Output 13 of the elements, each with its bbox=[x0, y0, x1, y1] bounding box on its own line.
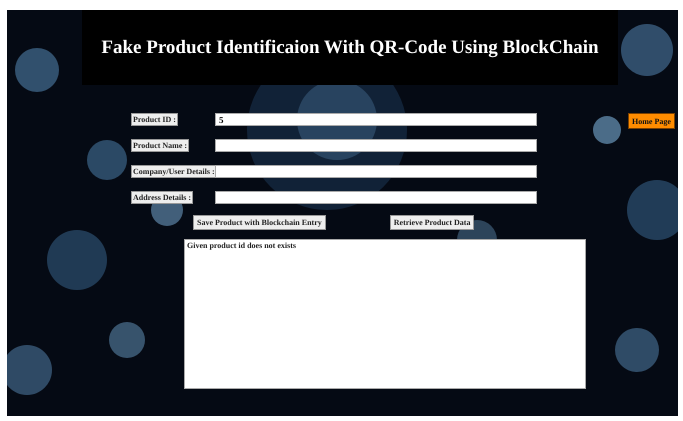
action-button[interactable]: Retrieve Product Data bbox=[390, 215, 474, 230]
input-field[interactable] bbox=[215, 191, 537, 204]
field-label: Product Name : bbox=[131, 139, 190, 152]
field-label: Company/User Details : bbox=[131, 165, 217, 178]
input-field[interactable] bbox=[215, 139, 537, 152]
field-label: Product ID : bbox=[131, 113, 178, 126]
action-button[interactable]: Save Product with Blockchain Entry bbox=[193, 215, 326, 230]
input-field[interactable]: 5 bbox=[215, 113, 537, 126]
page-title: Fake Product Identificaion With QR-Code Using BlockChain bbox=[101, 36, 599, 58]
field-label: Address Details : bbox=[131, 191, 194, 204]
output-box[interactable]: Given product id does not exists bbox=[184, 239, 586, 389]
input-field[interactable] bbox=[215, 165, 537, 178]
home-page-button[interactable]: Home Page bbox=[628, 113, 675, 129]
